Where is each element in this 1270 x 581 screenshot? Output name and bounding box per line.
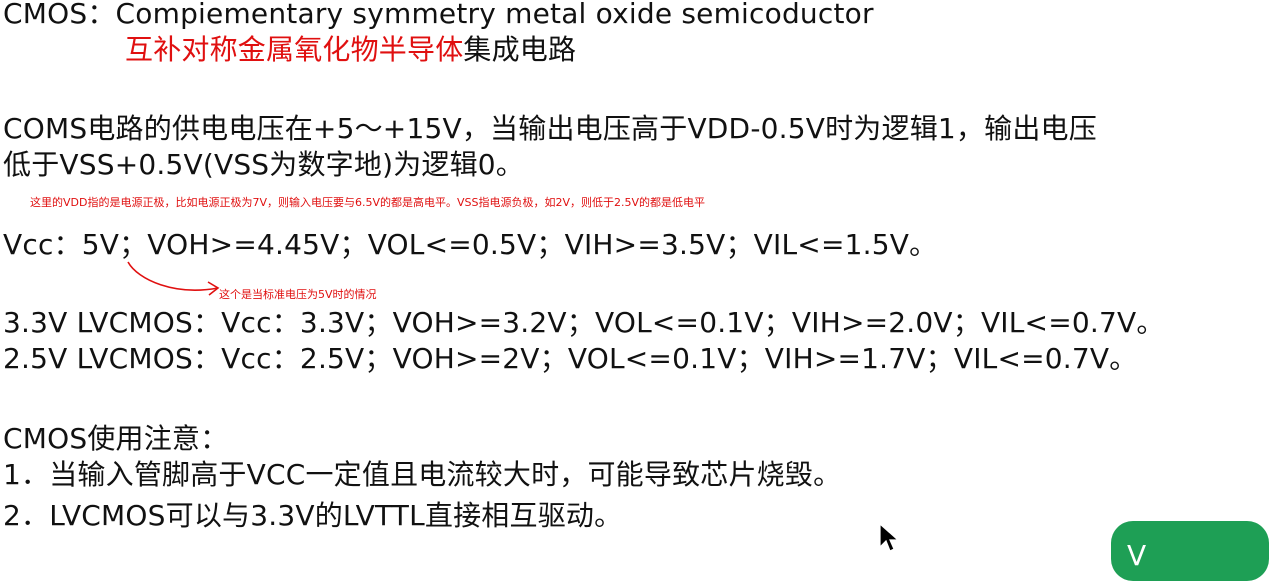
paragraph-supply-voltage-line1: COMS电路的供电电压在+5～+15V，当输出电压高于VDD-0.5V时为逻辑1… bbox=[3, 112, 1097, 145]
heading-chinese: 互补对称金属氧化物半导体集成电路 bbox=[125, 36, 576, 64]
floating-green-button[interactable]: V bbox=[1111, 521, 1269, 581]
heading-chinese-black: 集成电路 bbox=[463, 33, 577, 66]
vcc-5v-levels: Vcc：5V；VOH>=4.45V；VOL<=0.5V；VIH>=3.5V；VI… bbox=[3, 228, 938, 261]
lvcmos-3v3-levels: 3.3V LVCMOS：Vcc：3.3V；VOH>=3.2V；VOL<=0.1V… bbox=[3, 306, 1165, 339]
paragraph-supply-voltage-line2: 低于VSS+0.5V(VSS为数字地)为逻辑0。 bbox=[3, 148, 525, 181]
annotation-vdd-note: 这里的VDD指的是电源正极，比如电源正极为7V，则输入电压要与6.5V的都是高电… bbox=[30, 196, 706, 209]
annotation-5v-note: 这个是当标准电压为5V时的情况 bbox=[219, 288, 377, 301]
notes-title: CMOS使用注意： bbox=[3, 422, 229, 455]
note-item-2: 2．LVCMOS可以与3.3V的LVTTL直接相互驱动。 bbox=[3, 499, 623, 532]
lvcmos-2v5-levels: 2.5V LVCMOS：Vcc：2.5V；VOH>=2V；VOL<=0.1V；V… bbox=[3, 342, 1138, 375]
note-item-1: 1．当输入管脚高于VCC一定值且电流较大时，可能导致芯片烧毁。 bbox=[3, 458, 842, 491]
arrow-cursor-icon bbox=[879, 523, 899, 552]
heading-cmos: CMOS：Compiementary symmetry metal oxide … bbox=[3, 0, 874, 30]
heading-chinese-red: 互补对称金属氧化物半导体 bbox=[125, 33, 464, 66]
floating-button-label: V bbox=[1127, 539, 1147, 572]
